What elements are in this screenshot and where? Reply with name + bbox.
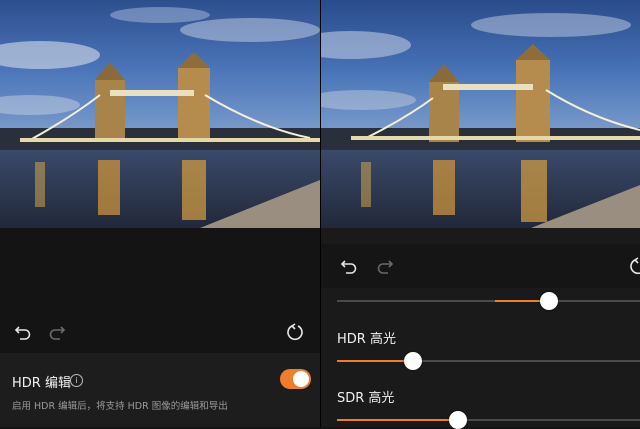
undo-button[interactable] bbox=[9, 318, 37, 346]
edit-toolbar bbox=[321, 244, 640, 288]
hdr-highlights-slider[interactable] bbox=[337, 352, 640, 370]
photo-preview-left bbox=[0, 0, 320, 228]
reset-icon bbox=[287, 323, 303, 341]
slider-fill bbox=[337, 419, 459, 421]
left-editor-panel: HDR 编辑 i 启用 HDR 编辑后，将支持 HDR 图像的编辑和导出 bbox=[0, 0, 320, 427]
slider-thumb[interactable] bbox=[403, 352, 422, 370]
sdr-highlights-slider[interactable] bbox=[337, 411, 640, 429]
exposure-slider[interactable] bbox=[337, 292, 640, 310]
hdr-highlights-label: HDR 高光 bbox=[337, 332, 396, 347]
reset-button[interactable] bbox=[281, 318, 309, 346]
hdr-edit-toggle[interactable] bbox=[280, 369, 311, 389]
sdr-highlights-label: SDR 高光 bbox=[337, 391, 395, 406]
info-icon[interactable]: i bbox=[70, 374, 83, 387]
right-editor-panel bbox=[321, 0, 640, 427]
reset-button[interactable] bbox=[624, 252, 640, 280]
photo-preview-right bbox=[321, 0, 640, 228]
undo-button[interactable] bbox=[335, 252, 363, 280]
redo-icon bbox=[377, 260, 394, 274]
hdr-edit-label: HDR 编辑 bbox=[12, 376, 71, 391]
reset-icon bbox=[630, 257, 640, 275]
undo-icon bbox=[340, 260, 357, 274]
redo-button[interactable] bbox=[371, 252, 399, 280]
hdr-edit-description: 启用 HDR 编辑后，将支持 HDR 图像的编辑和导出 bbox=[12, 401, 228, 412]
slider-thumb[interactable] bbox=[540, 292, 559, 310]
redo-button[interactable] bbox=[43, 318, 71, 346]
toggle-knob bbox=[293, 371, 309, 387]
undo-icon bbox=[14, 326, 31, 340]
slider-fill bbox=[337, 360, 413, 362]
redo-icon bbox=[49, 326, 66, 340]
